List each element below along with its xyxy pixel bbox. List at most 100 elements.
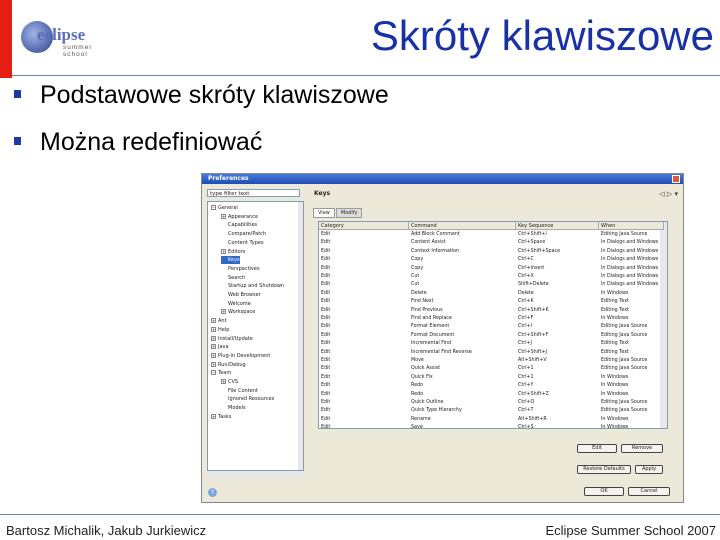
preferences-dialog: Preferences type filter text − General + Ap… (201, 173, 684, 503)
tree-item[interactable]: + Help (211, 326, 229, 334)
expand-icon[interactable]: + (211, 352, 216, 358)
table-row[interactable]: Edit Find Previous Ctrl+Shift+K Editing Tex… (319, 307, 664, 315)
tree-item[interactable]: Web Browser (221, 291, 261, 299)
table-row[interactable]: Edit Delete Delete In Windows (319, 290, 664, 298)
expand-icon[interactable]: + (211, 344, 216, 350)
table-cell: Find Previous (411, 307, 443, 313)
tab-view[interactable]: View (313, 208, 335, 218)
table-cell: Add Block Comment (411, 232, 460, 237)
tree-item[interactable]: Search (221, 274, 245, 282)
table-row[interactable]: Edit Redo Ctrl+Shift+Z In Windows (319, 391, 664, 399)
tree-item[interactable]: + Workspace (221, 308, 255, 316)
expand-icon[interactable]: − (211, 370, 216, 376)
tree-item[interactable]: − Team (211, 369, 231, 377)
tree-item[interactable]: Compare/Patch (221, 230, 266, 238)
table-cell: In Windows (601, 290, 629, 296)
tree-item[interactable]: Ignored Resources (221, 395, 274, 403)
ok-button[interactable]: OK (584, 487, 624, 496)
tree-item[interactable]: − General (211, 204, 238, 212)
table-row[interactable]: Edit Context Information Ctrl+Shift+Space I… (319, 248, 664, 256)
edit-button[interactable]: Edit (577, 444, 617, 453)
expand-icon[interactable]: + (211, 335, 216, 341)
table-cell: Incremental Find Reverse (411, 349, 472, 355)
tree-item[interactable]: + Tasks (211, 413, 231, 421)
tree-item[interactable]: Keys (221, 256, 240, 265)
table-cell: Editing Text (601, 349, 629, 355)
table-row[interactable]: Edit Quick Outline Ctrl+O Editing Java Sour… (319, 399, 664, 407)
expand-icon[interactable]: + (211, 413, 216, 419)
table-row[interactable]: Edit Incremental Find Reverse Ctrl+Shift+J… (319, 349, 664, 357)
table-cell: Ctrl+Insert (518, 265, 545, 271)
tree-scrollbar[interactable] (298, 202, 303, 470)
table-row[interactable]: Edit Rename Alt+Shift+R In Windows (319, 416, 664, 424)
table-cell: In Dialogs and Windows (601, 274, 659, 279)
table-row[interactable]: Edit Redo Ctrl+Y In Windows (319, 382, 664, 390)
table-row[interactable]: Edit Cut Shift+Delete In Dialogs and Window… (319, 281, 664, 289)
close-icon[interactable] (672, 175, 680, 183)
tree-item-label: Compare/Patch (228, 231, 267, 238)
tree-item-label: Perspectives (228, 265, 260, 272)
table-row[interactable]: Edit Quick Assist Ctrl+1 Editing Java Sourc… (319, 365, 664, 373)
column-header[interactable]: Key Sequence (516, 222, 599, 230)
tree-item[interactable]: + Ant (211, 317, 227, 325)
table-row[interactable]: Edit Find Next Ctrl+K Editing Text (319, 298, 664, 306)
table-row[interactable]: Edit Format Document Ctrl+Shift+F Editing J… (319, 332, 664, 340)
tree-item[interactable]: Models (221, 404, 246, 412)
footer-divider (0, 514, 720, 515)
table-row[interactable]: Edit Incremental Find Ctrl+J Editing Text (319, 340, 664, 348)
table-row[interactable]: Edit Quick Fix Ctrl+1 In Windows (319, 374, 664, 382)
tree-item[interactable]: + Appearance (221, 213, 258, 221)
expand-icon[interactable]: + (221, 379, 226, 384)
tree-item[interactable]: Welcome (221, 300, 251, 308)
table-row[interactable]: Edit Format Element Ctrl+I Editing Java Sou… (319, 323, 664, 331)
footer-event: Eclipse Summer School 2007 (545, 523, 716, 538)
footer-authors: Bartosz Michalik, Jakub Jurkiewicz (6, 523, 207, 538)
tree-horizontal-scrollbar[interactable] (207, 472, 304, 478)
table-row[interactable]: Edit Move Alt+Shift+V Editing Java Source (319, 357, 664, 365)
table-row[interactable]: Edit Cut Ctrl+X In Dialogs and Windows (319, 273, 664, 281)
cancel-button[interactable]: Cancel (628, 487, 670, 496)
filter-input[interactable]: type filter text (207, 189, 300, 197)
expand-icon[interactable]: + (221, 213, 226, 219)
expand-icon[interactable]: + (211, 361, 216, 367)
tree-item[interactable]: + Editors (221, 248, 245, 256)
tree-item[interactable]: Startup and Shutdown (221, 282, 284, 290)
column-header[interactable]: When (599, 222, 664, 230)
tree-item[interactable]: + CVS (221, 378, 238, 386)
expand-icon[interactable]: − (211, 205, 216, 210)
table-row[interactable]: Edit Save Ctrl+S In Windows (319, 424, 664, 428)
table-cell: Content Assist (411, 240, 446, 246)
help-icon[interactable]: ? (208, 488, 217, 497)
column-header[interactable]: Category (319, 222, 409, 230)
tree-item[interactable]: + Plug-in Development (211, 352, 270, 360)
tree-item[interactable]: File Content (221, 387, 258, 395)
tree-item[interactable]: Perspectives (221, 265, 260, 273)
table-row[interactable]: Edit Find and Replace Ctrl+F In Windows (319, 315, 664, 323)
table-row[interactable]: Edit Copy Ctrl+Insert In Dialogs and Window… (319, 265, 664, 273)
column-header[interactable]: Command (409, 222, 516, 230)
expand-icon[interactable]: + (211, 326, 216, 332)
expand-icon[interactable]: + (221, 248, 226, 254)
table-cell: Ctrl+Y (518, 383, 534, 389)
tree-item[interactable]: Capabilities (221, 221, 257, 229)
nav-arrows-icon[interactable]: ◁ ▷ ▾ (659, 190, 678, 198)
apply-button[interactable]: Apply (635, 465, 663, 474)
restore-defaults-button[interactable]: Restore Defaults (577, 465, 631, 474)
expand-icon[interactable]: + (211, 318, 216, 324)
table-row[interactable]: Edit Quick Type Hierarchy Ctrl+T Editing Ja… (319, 407, 664, 415)
table-row[interactable]: Edit Copy Ctrl+C In Dialogs and Windows (319, 256, 664, 264)
eclipse-logo: eclipse summer school (17, 19, 117, 58)
tree-item[interactable]: Content Types (221, 239, 264, 247)
preferences-tree[interactable]: − General + Appearance Capabilities Compare/P… (207, 201, 304, 471)
tree-item[interactable]: + Run/Debug (211, 361, 246, 369)
table-row[interactable]: Edit Add Block Comment Ctrl+Shift+/ Editing… (319, 231, 664, 239)
table-cell: Edit (321, 324, 331, 330)
expand-icon[interactable]: + (221, 309, 226, 315)
keys-table[interactable]: Category Command Key Sequence When Edit Add B… (318, 221, 668, 429)
tab-modify[interactable]: Modify (335, 208, 363, 218)
remove-button[interactable]: Remove (621, 444, 663, 453)
table-row[interactable]: Edit Content Assist Ctrl+Space In Dialogs a… (319, 239, 664, 247)
table-cell: Delete (411, 290, 427, 296)
tree-item[interactable]: + Java (211, 343, 229, 351)
tree-item[interactable]: + Install/Update (211, 335, 253, 343)
